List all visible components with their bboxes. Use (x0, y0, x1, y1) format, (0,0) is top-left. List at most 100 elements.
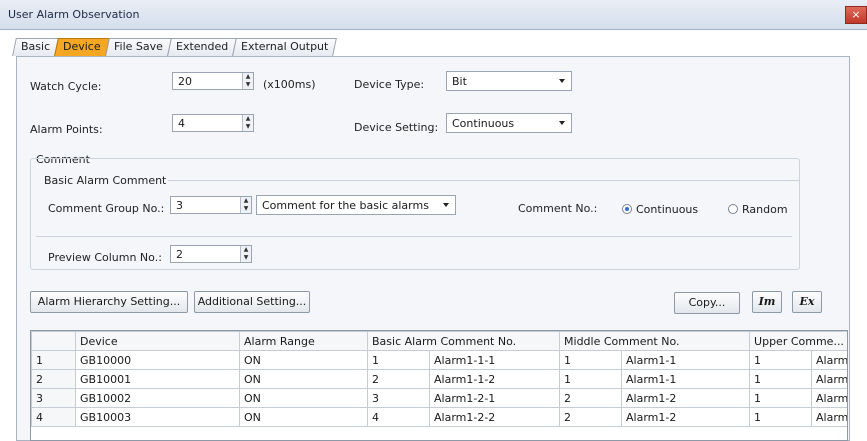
middle-comment-column-header[interactable]: Middle Comment No. (559, 331, 751, 351)
alarm-points-stepper[interactable]: 4 ▲ ▼ (172, 114, 254, 132)
tab-external-output[interactable]: External Output (231, 38, 338, 56)
row-number: 3 (31, 388, 76, 408)
basic-comment-text-cell[interactable]: Alarm1-2-2 (428, 407, 561, 427)
alarm-range-column-header[interactable]: Alarm Range (239, 331, 368, 351)
upper-comment-no-cell[interactable]: 1 (749, 407, 813, 427)
alarm-range-cell[interactable]: ON (239, 369, 368, 389)
upper-comment-text-cell[interactable]: Alarm (811, 388, 847, 408)
spin-up-icon[interactable]: ▲ (243, 115, 253, 123)
device-cell[interactable]: GB10003 (75, 407, 240, 427)
spin-up-icon[interactable]: ▲ (241, 246, 251, 254)
tab-device[interactable]: Device (54, 38, 110, 56)
continuous-radio[interactable] (622, 204, 632, 214)
comment-group-no-spin-buttons[interactable]: ▲ ▼ (240, 197, 251, 213)
device-type-value: Bit (452, 75, 467, 88)
comment-group-no-stepper[interactable]: 3 ▲ ▼ (170, 196, 252, 214)
middle-comment-no-cell[interactable]: 2 (559, 407, 623, 427)
alarm-hierarchy-setting-button[interactable]: Alarm Hierarchy Setting... (30, 291, 188, 313)
middle-comment-text-cell[interactable]: Alarm1-1 (621, 350, 751, 370)
basic-alarm-comment-column-header[interactable]: Basic Alarm Comment No. (366, 331, 561, 351)
spin-up-icon[interactable]: ▲ (241, 197, 251, 205)
upper-comment-no-cell[interactable]: 1 (749, 350, 813, 370)
additional-setting-button[interactable]: Additional Setting... (194, 291, 310, 313)
device-type-label: Device Type: (354, 78, 425, 91)
table-row[interactable]: 3 GB10002 ON 3 Alarm1-2-1 2 Alarm1-2 1 A… (31, 388, 847, 408)
tab-basic[interactable]: Basic (12, 38, 60, 56)
basic-comment-no-cell[interactable]: 2 (367, 369, 430, 389)
random-radio[interactable] (728, 204, 738, 214)
row-number: 1 (31, 350, 76, 370)
spin-down-icon[interactable]: ▼ (243, 81, 253, 89)
watch-cycle-unit: (x100ms) (263, 78, 316, 91)
table-header-row: Device Alarm Range Basic Alarm Comment N… (31, 331, 847, 351)
preview-column-stepper[interactable]: 2 ▲ ▼ (170, 245, 252, 263)
upper-comment-text-cell[interactable]: Alarm (811, 369, 847, 389)
spin-up-icon[interactable]: ▲ (243, 73, 253, 81)
device-table[interactable]: Device Alarm Range Basic Alarm Comment N… (30, 330, 848, 441)
device-setting-value: Continuous (452, 117, 515, 130)
divider (168, 180, 800, 181)
alarm-points-value: 4 (178, 117, 185, 130)
alarm-range-cell[interactable]: ON (239, 388, 368, 408)
upper-comment-no-cell[interactable]: 1 (749, 388, 813, 408)
basic-comment-no-cell[interactable]: 3 (367, 388, 430, 408)
comment-group-select[interactable]: Comment for the basic alarms (256, 195, 456, 215)
middle-comment-no-cell[interactable]: 1 (559, 350, 623, 370)
alarm-range-cell[interactable]: ON (239, 407, 368, 427)
device-cell[interactable]: GB10002 (75, 388, 240, 408)
device-setting-select[interactable]: Continuous (446, 113, 572, 133)
watch-cycle-spin-buttons[interactable]: ▲ ▼ (242, 73, 253, 89)
upper-comment-text-cell[interactable]: Alarm (811, 350, 847, 370)
table-row[interactable]: 2 GB10001 ON 2 Alarm1-1-2 1 Alarm1-1 1 A… (31, 369, 847, 389)
middle-comment-no-cell[interactable]: 2 (559, 388, 623, 408)
device-cell[interactable]: GB10000 (75, 350, 240, 370)
alarm-range-cell[interactable]: ON (239, 350, 368, 370)
preview-column-spin-buttons[interactable]: ▲ ▼ (240, 246, 251, 262)
comment-no-label: Comment No.: (518, 202, 598, 215)
copy-button[interactable]: Copy... (674, 292, 740, 314)
close-button[interactable]: × (845, 6, 867, 24)
watch-cycle-label: Watch Cycle: (30, 80, 102, 93)
table-row[interactable]: 4 GB10003 ON 4 Alarm1-2-2 2 Alarm1-2 1 A… (31, 407, 847, 427)
watch-cycle-stepper[interactable]: 20 ▲ ▼ (172, 72, 254, 90)
spin-down-icon[interactable]: ▼ (243, 123, 253, 131)
tab-extended[interactable]: Extended (166, 38, 237, 56)
row-number: 4 (31, 407, 76, 427)
chevron-down-icon (559, 121, 565, 125)
random-radio-label[interactable]: Random (742, 203, 788, 216)
upper-comment-text-cell[interactable]: Alarm (811, 407, 847, 427)
import-button[interactable]: Im (752, 291, 782, 313)
preview-column-label: Preview Column No.: (48, 251, 162, 264)
upper-comment-column-header[interactable]: Upper Comme... (749, 331, 847, 351)
comment-group-select-value: Comment for the basic alarms (262, 199, 429, 212)
watch-cycle-value: 20 (178, 75, 192, 88)
alarm-points-spin-buttons[interactable]: ▲ ▼ (242, 115, 253, 131)
chevron-down-icon (443, 203, 449, 207)
title-bar: User Alarm Observation × (0, 0, 867, 30)
window-title: User Alarm Observation (8, 8, 140, 21)
middle-comment-text-cell[interactable]: Alarm1-2 (621, 407, 751, 427)
basic-comment-no-cell[interactable]: 1 (367, 350, 430, 370)
continuous-radio-label[interactable]: Continuous (636, 203, 698, 216)
comment-group-no-value: 3 (176, 199, 183, 212)
tab-strip: Basic Device File Save Extended External… (12, 38, 338, 56)
basic-comment-no-cell[interactable]: 4 (367, 407, 430, 427)
spin-down-icon[interactable]: ▼ (241, 205, 251, 213)
basic-comment-text-cell[interactable]: Alarm1-2-1 (428, 388, 561, 408)
middle-comment-text-cell[interactable]: Alarm1-1 (621, 369, 751, 389)
row-number-header (31, 331, 76, 351)
middle-comment-no-cell[interactable]: 1 (559, 369, 623, 389)
table-row[interactable]: 1 GB10000 ON 1 Alarm1-1-1 1 Alarm1-1 1 A… (31, 350, 847, 370)
tab-file-save[interactable]: File Save (104, 38, 172, 56)
row-number: 2 (31, 369, 76, 389)
device-column-header[interactable]: Device (75, 331, 240, 351)
basic-comment-text-cell[interactable]: Alarm1-1-1 (428, 350, 561, 370)
device-type-select[interactable]: Bit (446, 71, 572, 91)
basic-comment-text-cell[interactable]: Alarm1-1-2 (428, 369, 561, 389)
device-cell[interactable]: GB10001 (75, 369, 240, 389)
chevron-down-icon (559, 79, 565, 83)
spin-down-icon[interactable]: ▼ (241, 254, 251, 262)
upper-comment-no-cell[interactable]: 1 (749, 369, 813, 389)
export-button[interactable]: Ex (792, 291, 822, 313)
middle-comment-text-cell[interactable]: Alarm1-2 (621, 388, 751, 408)
